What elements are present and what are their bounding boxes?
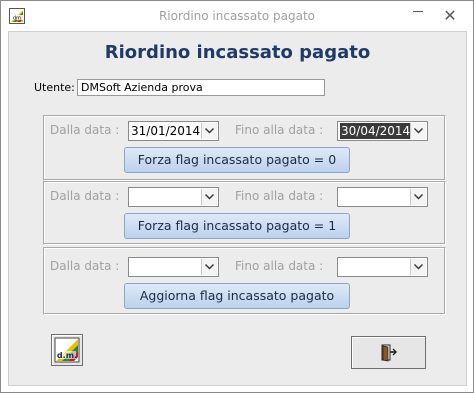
dalla-data-value: 31/01/2014 [131,124,201,138]
fino-alla-data-label: Fino alla data : [235,189,324,203]
form-body: Riordino incassato pagato Utente: DMSoft… [8,31,467,386]
chevron-down-icon[interactable] [201,189,217,205]
utente-label: Utente: [34,81,75,94]
fino-alla-data-label: Fino alla data : [235,259,324,273]
section-reset-flag-1: Dalla data : Fino alla data : Forza flag… [43,181,446,245]
dm-logo-button[interactable]: d.m. [51,334,83,366]
chevron-down-icon[interactable] [201,123,217,139]
dalla-data-combo[interactable]: 31/01/2014 [128,121,219,141]
dalla-data-combo[interactable] [128,257,219,277]
chevron-down-icon[interactable] [410,189,426,205]
fino-alla-data-combo[interactable] [337,187,428,207]
exit-button[interactable] [351,336,426,369]
dm-logo-icon: d.m. [54,337,80,363]
dalla-data-label: Dalla data : [50,189,120,203]
force-flag-1-button[interactable]: Forza flag incassato pagato = 1 [124,213,350,239]
dalla-data-combo[interactable] [128,187,219,207]
form-heading: Riordino incassato pagato [104,42,371,63]
section-update-flag: Dalla data : Fino alla data : Aggiorna f… [43,247,446,315]
minimize-icon[interactable] [413,11,423,12]
fino-alla-data-value: 30/04/2014 [340,123,412,139]
dalla-data-label: Dalla data : [50,259,120,273]
utente-field[interactable]: DMSoft Azienda prova [77,79,325,96]
force-flag-0-button[interactable]: Forza flag incassato pagato = 0 [124,147,350,173]
dialog-window: dm Riordino incassato pagato ✕ Riordino … [0,0,474,393]
chevron-down-icon[interactable] [201,259,217,275]
title-bar[interactable]: dm Riordino incassato pagato ✕ [1,1,473,32]
close-icon[interactable]: ✕ [439,4,461,28]
fino-alla-data-label: Fino alla data : [235,123,324,137]
fino-alla-data-combo[interactable]: 30/04/2014 [337,121,428,141]
svg-text:d.m.: d.m. [57,351,77,360]
section-reset-flag-0: Dalla data : 31/01/2014 Fino alla data :… [43,115,446,181]
chevron-down-icon[interactable] [410,259,426,275]
fino-alla-data-combo[interactable] [337,257,428,277]
update-flag-button[interactable]: Aggiorna flag incassato pagato [124,283,350,309]
exit-door-icon [381,344,397,362]
window-title: Riordino incassato pagato [158,9,316,23]
chevron-down-icon[interactable] [410,123,426,139]
dalla-data-label: Dalla data : [50,123,120,137]
